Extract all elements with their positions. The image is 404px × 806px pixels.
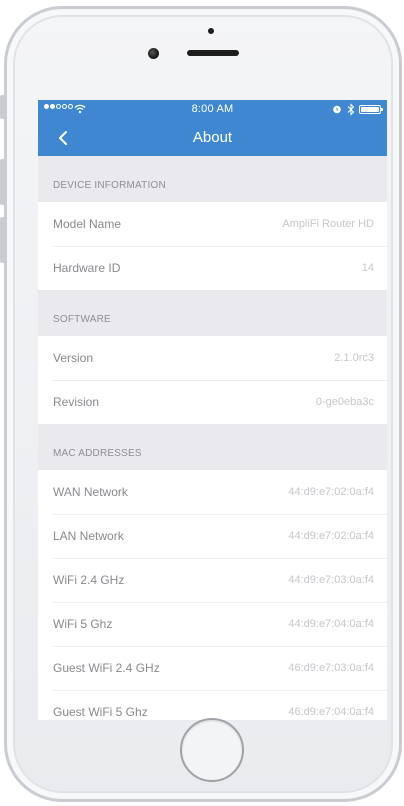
row-label: Version (53, 351, 94, 365)
bluetooth-icon (347, 103, 355, 116)
earpiece-speaker (187, 50, 239, 56)
row-label: WiFi 5 Ghz (53, 617, 113, 631)
section-header: SOFTWARE (38, 290, 387, 336)
section-software: SOFTWARE Version 2.1.0rc3 Revision 0-ge0… (38, 290, 387, 424)
alarm-icon (333, 105, 341, 114)
home-button[interactable] (180, 718, 244, 782)
section-mac-addresses: MAC ADDRESSES WAN Network 44:d9:e7:02:0a… (38, 424, 387, 720)
row-label: Revision (53, 395, 100, 409)
row-guest-wifi-5ghz[interactable]: Guest WiFi 5 Ghz 46:d9:e7:04:0a:f4 (38, 690, 387, 720)
row-model-name[interactable]: Model Name AmpliFi Router HD (38, 202, 387, 246)
section-device-information: DEVICE INFORMATION Model Name AmpliFi Ro… (38, 156, 387, 290)
row-value: 46:d9:e7:03:0a:f4 (288, 662, 374, 674)
settings-list: DEVICE INFORMATION Model Name AmpliFi Ro… (38, 156, 387, 720)
navigation-bar: About (38, 120, 387, 156)
back-button[interactable] (52, 126, 76, 150)
row-value: 44:d9:e7:04:0a:f4 (288, 618, 374, 630)
volume-down-button (0, 217, 4, 263)
row-value: 44:d9:e7:03:0a:f4 (288, 574, 374, 586)
row-value: 2.1.0rc3 (334, 352, 374, 364)
row-label: WAN Network (53, 485, 128, 499)
section-header: MAC ADDRESSES (38, 424, 387, 470)
row-wifi-2-4ghz[interactable]: WiFi 2.4 GHz 44:d9:e7:03:0a:f4 (38, 558, 387, 602)
row-revision[interactable]: Revision 0-ge0eba3c (38, 380, 387, 424)
row-hardware-id[interactable]: Hardware ID 14 (38, 246, 387, 290)
app-screen: 8:00 AM About DEVICE INFORMATION Model N… (38, 100, 387, 720)
row-wan-network[interactable]: WAN Network 44:d9:e7:02:0a:f4 (38, 470, 387, 514)
row-label: Model Name (53, 217, 122, 231)
row-label: Hardware ID (53, 261, 121, 275)
row-label: Guest WiFi 5 Ghz (53, 705, 148, 719)
row-value: 46:d9:e7:04:0a:f4 (288, 706, 374, 718)
row-version[interactable]: Version 2.1.0rc3 (38, 336, 387, 380)
row-guest-wifi-2-4ghz[interactable]: Guest WiFi 2.4 GHz 46:d9:e7:03:0a:f4 (38, 646, 387, 690)
row-lan-network[interactable]: LAN Network 44:d9:e7:02:0a:f4 (38, 514, 387, 558)
page-title: About (192, 129, 233, 146)
row-value: 44:d9:e7:02:0a:f4 (288, 486, 374, 498)
section-header: DEVICE INFORMATION (38, 156, 387, 202)
front-camera-icon (148, 48, 159, 59)
row-label: Guest WiFi 2.4 GHz (53, 661, 160, 675)
row-value: 0-ge0eba3c (315, 396, 374, 408)
row-value: AmpliFi Router HD (282, 218, 374, 230)
row-label: WiFi 2.4 GHz (53, 573, 125, 587)
mute-switch (0, 95, 4, 119)
row-value: 44:d9:e7:02:0a:f4 (288, 530, 374, 542)
row-label: LAN Network (53, 529, 124, 543)
row-wifi-5ghz[interactable]: WiFi 5 Ghz 44:d9:e7:04:0a:f4 (38, 602, 387, 646)
status-bar: 8:00 AM (38, 100, 387, 120)
volume-up-button (0, 159, 4, 205)
proximity-sensor (208, 28, 214, 34)
battery-icon (359, 105, 383, 114)
row-value: 14 (361, 262, 374, 274)
